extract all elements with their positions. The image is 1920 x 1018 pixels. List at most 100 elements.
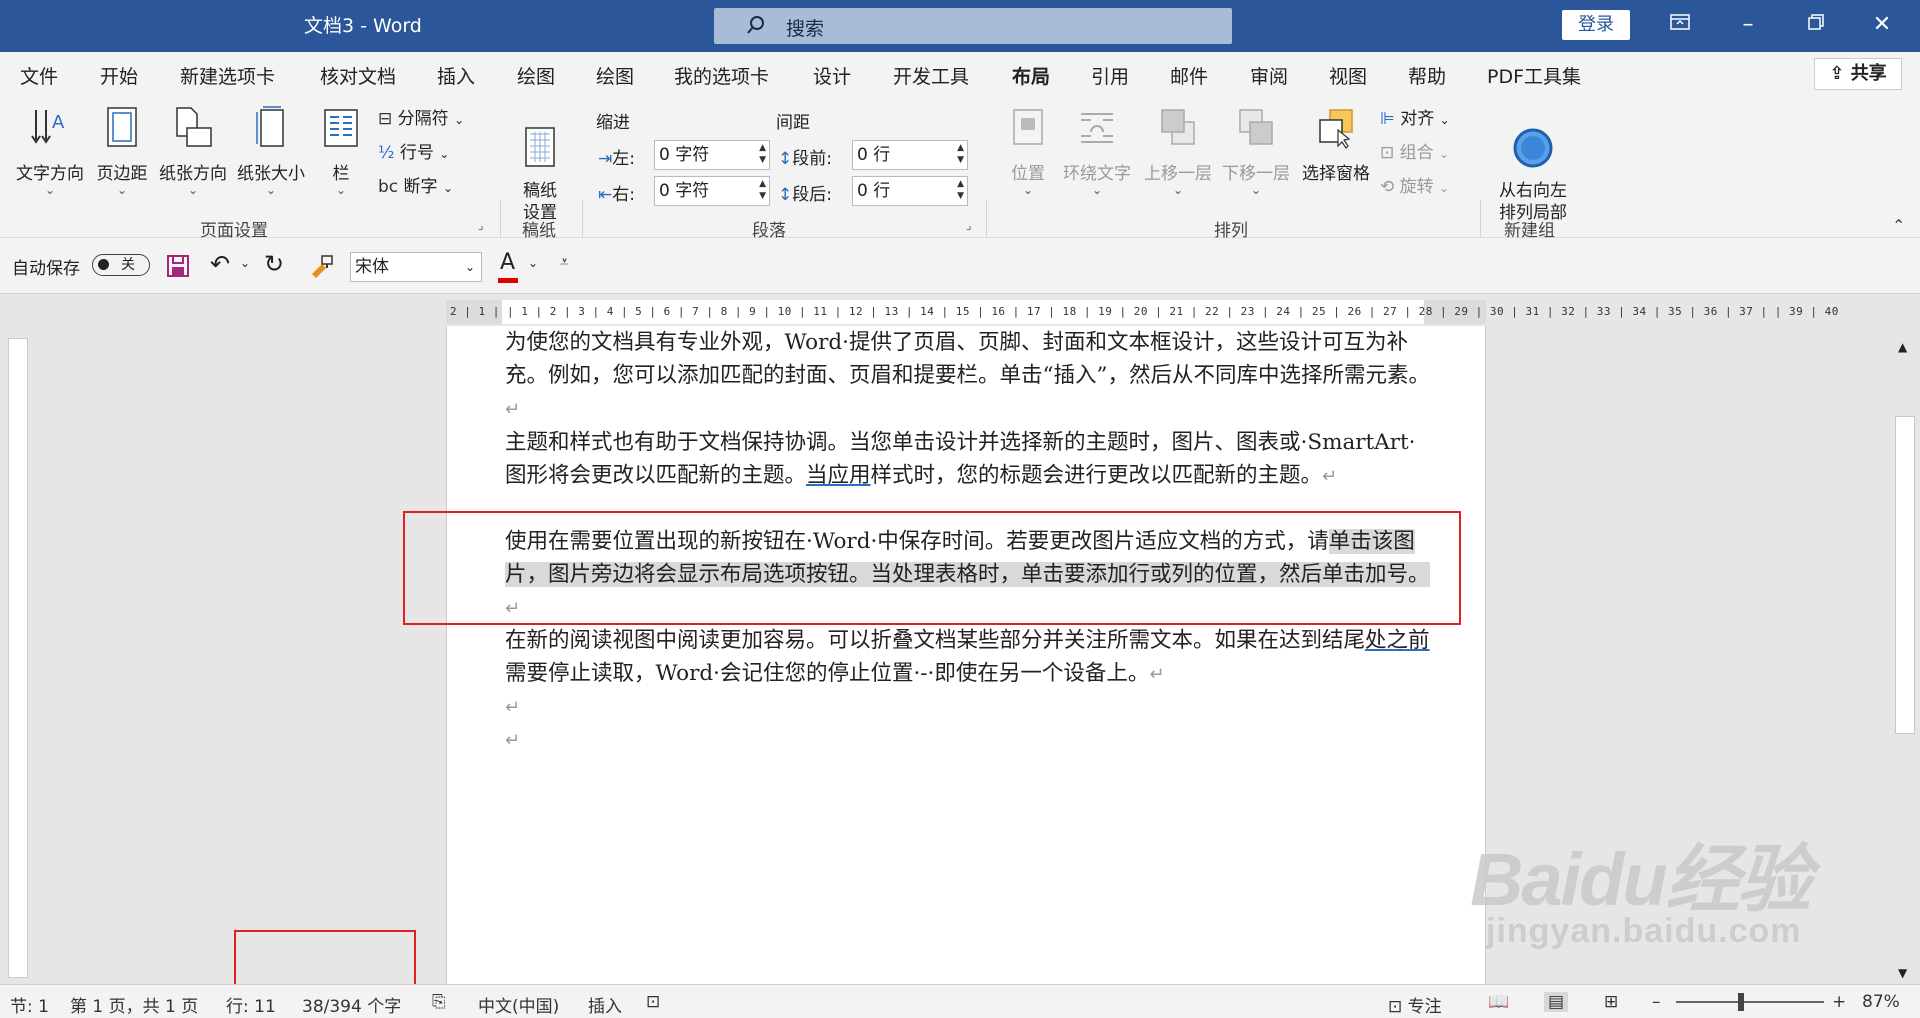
vertical-scrollbar[interactable]: ▲ ▼ — [1892, 336, 1918, 984]
empty-paragraph[interactable]: ↵ — [505, 690, 1435, 724]
paragraph-launcher-icon[interactable]: ⌟ — [966, 218, 972, 232]
spacing-after-field[interactable]: 0 行 ▲ ▼ — [852, 176, 968, 206]
title-bar: 文档3 - Word 搜索 登录 – ✕ — [0, 0, 1920, 52]
paragraph-4[interactable]: 在新的阅读视图中阅读更加容易。可以折叠文档某些部分并关注所需文本。如果在达到结尾… — [505, 624, 1435, 691]
zoom-out-icon[interactable]: – — [1652, 992, 1661, 1012]
save-icon[interactable] — [166, 254, 190, 278]
text-direction-label: 文字方向 — [16, 164, 84, 184]
zoom-slider[interactable] — [1676, 993, 1824, 1011]
indent-right-field[interactable]: 0 字符 ▲ ▼ — [654, 176, 770, 206]
ribbon-display-icon[interactable] — [1660, 10, 1700, 40]
bring-forward-button[interactable]: 上移一层 ⌄ — [1140, 106, 1216, 196]
selection-pane-button[interactable]: 选择窗格 — [1298, 106, 1374, 184]
size-button[interactable]: 纸张大小 ⌄ — [234, 106, 308, 196]
line-numbers-button[interactable]: ½ 行号 ⌄ — [378, 138, 449, 163]
zoom-level[interactable]: 87% — [1862, 992, 1900, 1012]
format-painter-icon[interactable] — [308, 254, 334, 278]
scrollbar-thumb[interactable] — [1895, 416, 1915, 734]
tab-file[interactable]: 文件 — [20, 62, 58, 89]
hyphenation-button[interactable]: bc 断字 ⌄ — [378, 172, 453, 197]
tab-pdf-tools[interactable]: PDF工具集 — [1487, 62, 1581, 89]
align-button[interactable]: ⊫ 对齐 ⌄ — [1380, 104, 1450, 129]
scroll-up-icon[interactable]: ▲ — [1898, 340, 1907, 354]
chevron-down-icon: ⌄ — [116, 183, 128, 197]
spacing-label: 间距 — [776, 113, 810, 133]
position-button[interactable]: 位置 ⌄ — [1002, 106, 1054, 196]
focus-mode-button[interactable]: ⊡ 专注 — [1388, 992, 1442, 1017]
undo-icon[interactable]: ↶ — [210, 250, 230, 278]
tab-review[interactable]: 审阅 — [1250, 62, 1288, 89]
chevron-down-icon[interactable]: ⌄ — [528, 256, 538, 270]
rotate-button[interactable]: ⟲ 旋转 ⌄ — [1380, 172, 1449, 197]
spacing-before-label: ↕段前: — [778, 149, 832, 169]
read-mode-icon[interactable]: 📖 — [1488, 992, 1509, 1012]
tab-my-tab[interactable]: 我的选项卡 — [674, 62, 769, 89]
circle-icon — [1513, 128, 1553, 168]
send-backward-button[interactable]: 下移一层 ⌄ — [1218, 106, 1294, 196]
share-button[interactable]: ⇪ 共享 — [1814, 58, 1902, 90]
tab-references[interactable]: 引用 — [1091, 62, 1129, 89]
autosave-toggle[interactable]: 关 — [92, 254, 150, 276]
group-objects-button[interactable]: ⊡ 组合 ⌄ — [1380, 138, 1449, 163]
print-layout-icon[interactable]: ▤ — [1544, 992, 1569, 1012]
window-title: 文档3 - Word — [304, 15, 422, 37]
status-line[interactable]: 行: 11 — [226, 992, 276, 1017]
font-color-icon[interactable]: A — [498, 250, 518, 283]
rotate-label: 旋转 — [1399, 177, 1434, 197]
web-layout-icon[interactable]: ⊞ — [1604, 992, 1618, 1012]
tab-layout[interactable]: 布局 — [1012, 62, 1051, 99]
paragraph-2[interactable]: 主题和样式也有助于文档保持协调。当您单击设计并选择新的主题时，图片、图表或·Sm… — [505, 426, 1435, 493]
document-page[interactable]: 为使您的文档具有专业外观，Word·提供了页眉、页脚、封面和文本框设计，这些设计… — [446, 326, 1486, 984]
font-name-select[interactable]: 宋体 ⌄ — [350, 252, 482, 282]
tab-help[interactable]: 帮助 — [1408, 62, 1446, 89]
tab-review-doc[interactable]: 核对文档 — [320, 62, 396, 89]
collapse-ribbon-icon[interactable]: ⌃ — [1892, 216, 1905, 235]
restore-icon[interactable] — [1796, 10, 1836, 40]
chevron-down-icon: ⌄ — [1022, 183, 1034, 197]
empty-paragraph[interactable]: ↵ — [505, 723, 1435, 757]
tab-design[interactable]: 设计 — [813, 62, 851, 89]
status-section[interactable]: 节: 1 — [10, 992, 49, 1017]
chevron-down-icon[interactable]: ⌄ — [240, 256, 250, 270]
wrap-text-button[interactable]: 环绕文字 ⌄ — [1060, 106, 1134, 196]
status-page[interactable]: 第 1 页，共 1 页 — [70, 992, 198, 1017]
status-word-count[interactable]: 38/394 个字 — [302, 992, 401, 1017]
macro-record-icon[interactable]: ⊡ — [646, 992, 660, 1012]
close-icon[interactable]: ✕ — [1862, 10, 1902, 40]
spacing-after-icon: ↕ — [778, 185, 793, 205]
paragraph-1[interactable]: 为使您的文档具有专业外观，Word·提供了页眉、页脚、封面和文本框设计，这些设计… — [505, 326, 1435, 426]
orientation-button[interactable]: 纸张方向 ⌄ — [156, 106, 230, 196]
tab-insert[interactable]: 插入 — [437, 62, 475, 89]
indent-left-field[interactable]: 0 字符 ▲ ▼ — [654, 140, 770, 170]
margins-button[interactable]: 页边距 ⌄ — [92, 106, 152, 196]
breaks-button[interactable]: ⊟ 分隔符 ⌄ — [378, 104, 464, 129]
tab-mailings[interactable]: 邮件 — [1170, 62, 1208, 89]
text-direction-button[interactable]: A 文字方向 ⌄ — [12, 106, 88, 196]
spacing-after-label: ↕段后: — [778, 185, 832, 205]
spacing-before-field[interactable]: 0 行 ▲ ▼ — [852, 140, 968, 170]
search-box[interactable]: 搜索 — [714, 8, 1232, 44]
autosave-state: 关 — [121, 257, 135, 273]
status-mode[interactable]: 插入 — [588, 992, 622, 1017]
tab-new-tab[interactable]: 新建选项卡 — [180, 62, 275, 89]
minimize-icon[interactable]: – — [1728, 10, 1768, 40]
tab-view[interactable]: 视图 — [1329, 62, 1367, 89]
columns-button[interactable]: 栏 ⌄ — [318, 106, 364, 196]
status-language[interactable]: 中文(中国) — [478, 992, 559, 1017]
tab-draw[interactable]: 绘图 — [517, 62, 555, 89]
zoom-in-icon[interactable]: + — [1832, 992, 1846, 1012]
proofing-icon[interactable]: ⎘ — [432, 992, 446, 1012]
tab-developer[interactable]: 开发工具 — [893, 62, 969, 89]
tab-home[interactable]: 开始 — [100, 62, 138, 89]
send-backward-icon — [1239, 109, 1273, 145]
login-button[interactable]: 登录 — [1562, 10, 1630, 40]
tab-draw-2[interactable]: 绘图 — [596, 62, 634, 89]
zoom-slider-thumb[interactable] — [1738, 993, 1744, 1011]
scroll-down-icon[interactable]: ▼ — [1898, 966, 1907, 980]
grammar-underline: 处之前 — [1365, 628, 1430, 653]
customize-toolbar-icon[interactable]: ⩡ — [560, 252, 569, 272]
redo-icon[interactable]: ↻ — [264, 250, 284, 278]
page-setup-launcher-icon[interactable]: ⌟ — [478, 218, 484, 232]
orientation-icon — [176, 107, 212, 147]
chevron-down-icon: ⌄ — [335, 183, 347, 197]
